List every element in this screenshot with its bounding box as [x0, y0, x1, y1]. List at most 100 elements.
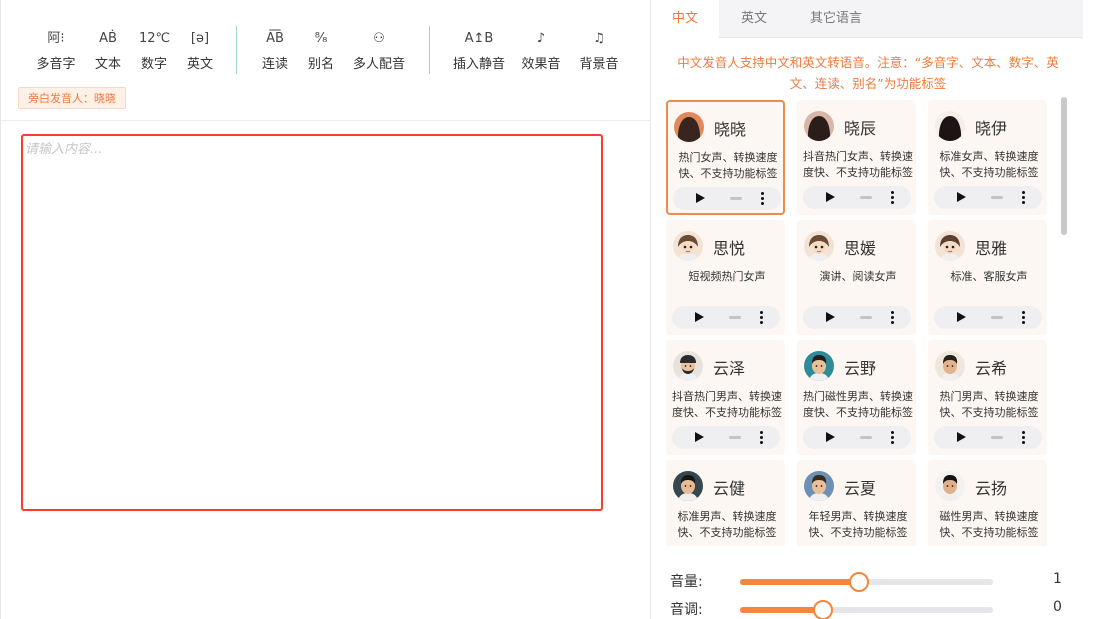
- voice-card[interactable]: 云泽 抖音热门男声、转换速度快、不支持功能标签: [666, 340, 785, 455]
- volume-slider[interactable]: [740, 572, 993, 592]
- tool-label: 多人配音: [352, 57, 405, 72]
- avatar: [935, 471, 965, 501]
- toolbar-divider: [236, 26, 237, 74]
- tool-text-button[interactable]: AḂ 文本: [93, 28, 123, 72]
- progress-icon: [730, 197, 742, 200]
- tool-sound-effect-button[interactable]: ♪ 效果音: [520, 28, 562, 72]
- slider-label: 音调:: [670, 602, 703, 618]
- play-icon[interactable]: [826, 312, 835, 322]
- voice-card[interactable]: 云扬磁性男声、转换速度快、不支持功能标签: [928, 460, 1047, 546]
- play-icon[interactable]: [695, 432, 704, 442]
- play-icon[interactable]: [826, 192, 835, 202]
- voice-description: 标准、客服女声: [950, 270, 1028, 283]
- slider-thumb[interactable]: [813, 600, 834, 619]
- tool-label: 效果音: [521, 57, 561, 72]
- more-options-icon[interactable]: [760, 431, 764, 445]
- narrator-badge[interactable]: 旁白发音人：晓晓: [18, 87, 126, 109]
- voice-panel: 中文 英文 其它语言 中文发音人支持中文和英文转语音。注意：“多音字、文本、数字、英…: [651, 0, 1093, 619]
- play-icon[interactable]: [957, 312, 966, 322]
- tool-multi-voice-button[interactable]: ⚇ 多人配音: [350, 28, 408, 72]
- voice-list: 晓晓 热门女声、转换速度快、不支持功能标签 晓辰 抖音热门女声、转换速度快、不支持功…: [666, 100, 1056, 546]
- tab-language-0[interactable]: 中文: [651, 0, 719, 39]
- tool-background-music-button[interactable]: ♫ 背景音: [578, 28, 620, 72]
- avatar: [674, 112, 704, 142]
- voice-card[interactable]: 思媛 演讲、阅读女声: [797, 220, 916, 335]
- voice-name: 思悦: [713, 239, 746, 258]
- polyphone-icon: 阿﻿⁝: [47, 31, 65, 46]
- insert-silence-icon: A↥B: [464, 31, 494, 46]
- tool-alias-button[interactable]: ⁸⁄₈ 别名: [306, 28, 336, 72]
- slider-thumb[interactable]: [848, 572, 869, 592]
- more-options-icon[interactable]: [1022, 431, 1026, 445]
- tool-liaison-button[interactable]: A͞B 连读: [260, 28, 290, 72]
- tab-language-2[interactable]: 其它语言: [791, 0, 881, 38]
- tool-label: 英文: [186, 57, 213, 72]
- editor-pane: 阿﻿⁝ 多音字 AḂ 文本 12℃ 数字 [ə] 英文 A͞B 连读 ⁸⁄₈ 别名 ⚇ 多人配音 A↥B 插入…: [0, 0, 651, 619]
- tool-label: 插入静音: [452, 57, 505, 72]
- progress-icon: [860, 436, 872, 439]
- text-editor: [21, 134, 603, 511]
- voice-notice: 中文发音人支持中文和英文转语音。注意：“多音字、文本、数字、英文、连读、别名”为…: [677, 55, 1059, 91]
- voice-description: 热门磁性男声、转换速度快、不支持功能标签: [803, 390, 913, 419]
- voice-list-scrollbar[interactable]: [1061, 97, 1067, 235]
- voice-card[interactable]: 晓晓 热门女声、转换速度快、不支持功能标签: [666, 100, 785, 215]
- audio-controls: [803, 426, 911, 449]
- more-options-icon[interactable]: [760, 311, 764, 325]
- text-icon: AḂ: [99, 31, 117, 46]
- more-options-icon[interactable]: [891, 431, 895, 445]
- more-options-icon[interactable]: [891, 311, 895, 325]
- play-icon[interactable]: [957, 192, 966, 202]
- tool-insert-silence-button[interactable]: A↥B 插入静音: [450, 28, 508, 72]
- language-tabs: 中文 英文 其它语言: [651, 0, 1083, 39]
- voice-card[interactable]: 云野热门磁性男声、转换速度快、不支持功能标签: [797, 340, 916, 455]
- more-options-icon[interactable]: [1022, 191, 1026, 205]
- pitch-setting: 音调: 0: [670, 599, 1070, 619]
- voice-name: 云野: [844, 359, 877, 378]
- play-icon[interactable]: [696, 193, 705, 203]
- voice-card[interactable]: 思悦 短视频热门女声: [666, 220, 785, 335]
- tool-english-button[interactable]: [ə] 英文: [185, 28, 215, 72]
- text-input[interactable]: [25, 138, 599, 507]
- progress-icon: [729, 316, 741, 319]
- voice-name: 云健: [713, 479, 746, 498]
- voice-description: 标准女声、转换速度快、不支持功能标签: [939, 150, 1039, 179]
- tool-label: 连读: [261, 57, 288, 72]
- volume-setting: 音量: 1: [670, 571, 1070, 592]
- voice-card[interactable]: 晓辰 抖音热门女声、转换速度快、不支持功能标签: [797, 100, 916, 215]
- tool-number-button[interactable]: 12℃ 数字: [139, 28, 170, 72]
- avatar: [673, 351, 703, 381]
- voice-name: 晓伊: [975, 119, 1008, 138]
- avatar: [935, 231, 965, 261]
- play-icon[interactable]: [695, 312, 704, 322]
- voice-card[interactable]: 晓伊标准女声、转换速度快、不支持功能标签: [928, 100, 1047, 215]
- voice-description: 抖音热门男声、转换速度快、不支持功能标签: [672, 390, 782, 419]
- more-options-icon[interactable]: [891, 191, 895, 205]
- pitch-slider[interactable]: [740, 600, 993, 619]
- voice-description: 抖音热门女声、转换速度快、不支持功能标签: [803, 150, 913, 179]
- voice-card[interactable]: 思雅 标准、客服女声: [928, 220, 1047, 335]
- play-icon[interactable]: [957, 432, 966, 442]
- progress-icon: [991, 196, 1003, 199]
- slider-value: 0: [1053, 599, 1062, 615]
- tool-polyphone-button[interactable]: 阿﻿⁝ 多音字: [35, 28, 77, 72]
- voice-card[interactable]: 云希 热门男声、转换速度快、不支持功能标签: [928, 340, 1047, 455]
- english-icon: [ə]: [190, 31, 210, 46]
- more-options-icon[interactable]: [761, 192, 765, 206]
- voice-card[interactable]: 云夏 年轻男声、转换速度快、不支持功能标签: [797, 460, 916, 546]
- slider-label: 音量:: [670, 574, 703, 590]
- avatar: [935, 351, 965, 381]
- more-options-icon[interactable]: [1022, 311, 1026, 325]
- audio-controls: [803, 186, 911, 209]
- voice-description: 磁性男声、转换速度快、不支持功能标签: [939, 510, 1039, 539]
- voice-card[interactable]: 云健标准男声、转换速度快、不支持功能标签: [666, 460, 785, 546]
- voice-description: 标准男声、转换速度快、不支持功能标签: [677, 510, 777, 539]
- voice-name: 云扬: [975, 479, 1008, 498]
- avatar: [804, 111, 834, 141]
- avatar: [673, 231, 703, 261]
- tool-label: 别名: [307, 57, 334, 72]
- alias-icon: ⁸⁄₈: [314, 31, 328, 46]
- voice-name: 云夏: [844, 479, 877, 498]
- voice-description: 短视频热门女声: [688, 270, 766, 283]
- tab-language-1[interactable]: 英文: [723, 0, 785, 38]
- play-icon[interactable]: [826, 432, 835, 442]
